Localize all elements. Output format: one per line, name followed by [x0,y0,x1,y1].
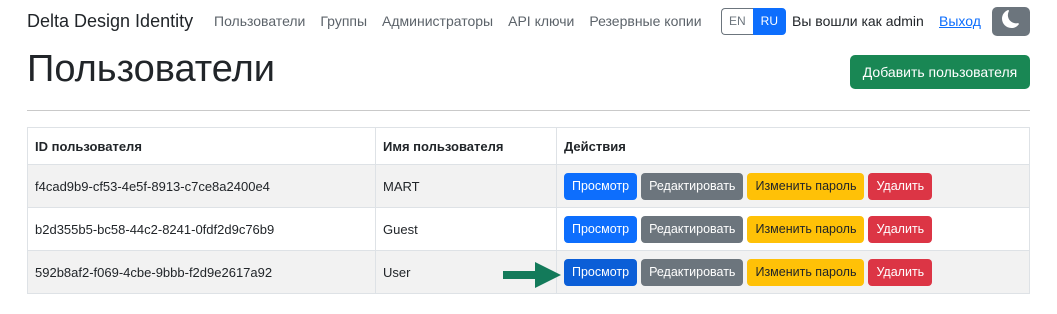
edit-button[interactable]: Редактировать [641,172,744,200]
edit-button[interactable]: Редактировать [641,258,744,286]
row-actions: Просмотр Редактировать Изменить пароль У… [564,258,1022,286]
row-actions: Просмотр Редактировать Изменить пароль У… [564,215,1022,243]
cell-actions: Просмотр Редактировать Изменить пароль У… [556,250,1030,294]
add-user-button[interactable]: Добавить пользователя [850,55,1030,89]
nav-link-backups[interactable]: Резервные копии [589,13,701,29]
theme-toggle-button[interactable] [992,7,1030,36]
delete-button[interactable]: Удалить [868,215,933,243]
header-actions: Действия [556,127,1030,165]
lang-en-button[interactable]: EN [721,8,753,35]
view-button[interactable]: Просмотр [564,172,638,200]
cell-username: MART [375,164,557,208]
nav-link-users[interactable]: Пользователи [214,13,305,29]
app-window: Delta Design Identity Пользователи Групп… [0,0,1057,314]
table-row: b2d355b5-bc58-44c2-8241-0fdf2d9c76b9 Gue… [27,207,1030,251]
lang-ru-button[interactable]: RU [752,8,787,35]
navbar: Delta Design Identity Пользователи Групп… [0,0,1057,44]
cell-actions: Просмотр Редактировать Изменить пароль У… [556,207,1030,251]
cell-user-id: f4cad9b9-cf53-4e5f-8913-c7ce8a2400e4 [27,164,376,208]
nav-link-groups[interactable]: Группы [320,13,367,29]
page-title: Пользователи [27,48,276,90]
divider [27,110,1030,111]
view-button[interactable]: Просмотр [564,258,638,286]
change-password-button[interactable]: Изменить пароль [747,258,865,286]
nav-link-api-keys[interactable]: API ключи [508,13,574,29]
row-actions: Просмотр Редактировать Изменить пароль У… [564,172,1022,200]
brand[interactable]: Delta Design Identity [27,11,193,32]
change-password-button[interactable]: Изменить пароль [747,215,865,243]
moon-icon [1002,10,1020,33]
cell-actions: Просмотр Редактировать Изменить пароль У… [556,164,1030,208]
nav-link-admins[interactable]: Администраторы [382,13,493,29]
cell-user-id: b2d355b5-bc58-44c2-8241-0fdf2d9c76b9 [27,207,376,251]
pointer-arrow-icon [503,262,561,293]
cell-user-id: 592b8af2-f069-4cbe-9bbb-f2d9e2617a92 [27,250,376,294]
table-header-row: ID пользователя Имя пользователя Действи… [27,127,1030,165]
delete-button[interactable]: Удалить [868,258,933,286]
nav-links: Пользователи Группы Администраторы API к… [214,13,717,29]
cell-username: Guest [375,207,557,251]
view-button[interactable]: Просмотр [564,215,638,243]
language-switcher: EN RU [721,8,787,35]
delete-button[interactable]: Удалить [868,172,933,200]
header-username: Имя пользователя [375,127,557,165]
logged-in-text: Вы вошли как admin [792,13,924,29]
table-row: f4cad9b9-cf53-4e5f-8913-c7ce8a2400e4 MAR… [27,164,1030,208]
logout-link[interactable]: Выход [939,13,981,29]
header-user-id: ID пользователя [27,127,376,165]
change-password-button[interactable]: Изменить пароль [747,172,865,200]
edit-button[interactable]: Редактировать [641,215,744,243]
